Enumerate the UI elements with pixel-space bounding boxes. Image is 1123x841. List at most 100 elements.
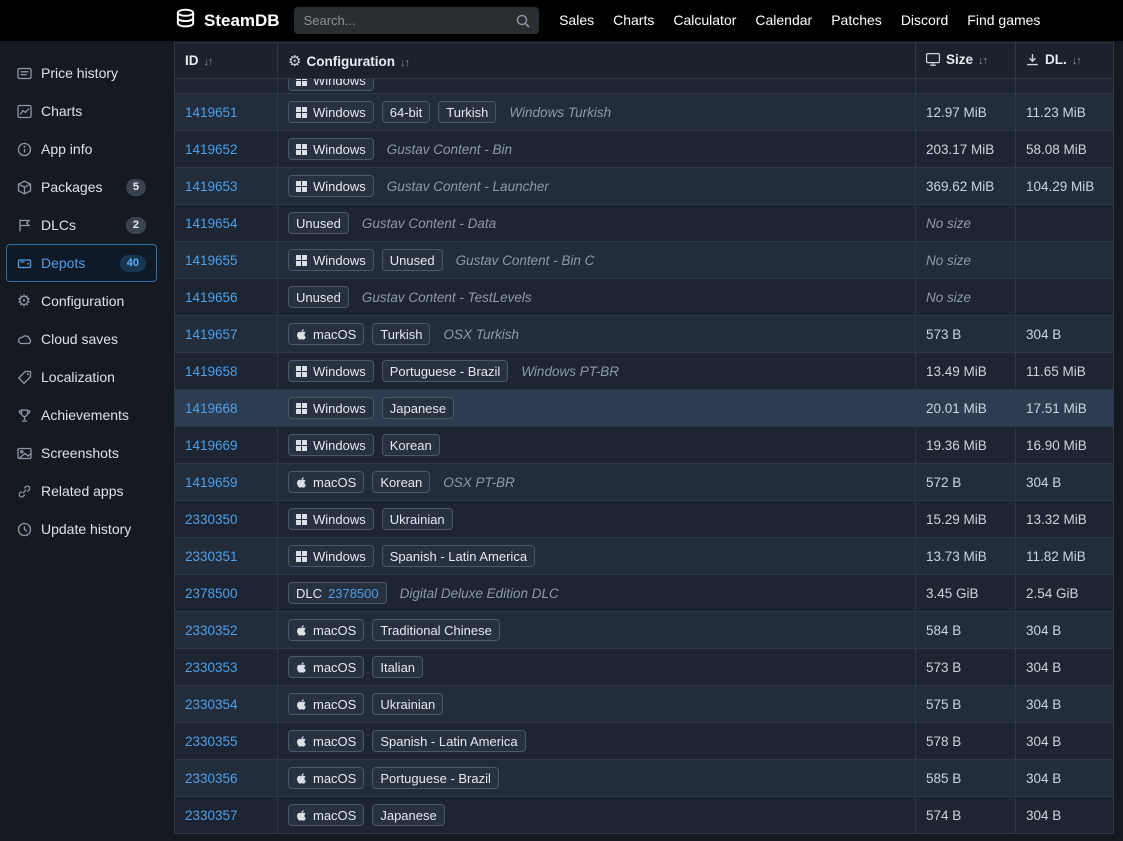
- size-cell: 13.73 MiB: [915, 537, 1016, 575]
- table-header-row: ID ↓↑ ⚙ Configuration ↓↑ Size ↓↑ DL. ↓↑: [174, 42, 1114, 79]
- config-cell: Windows Gustav Content - Bin: [277, 130, 916, 168]
- windows-badge: Windows: [288, 397, 374, 419]
- depot-id-link[interactable]: 2330352: [185, 623, 238, 638]
- config-badge: Korean: [372, 471, 431, 493]
- sidebar-item-screenshots[interactable]: Screenshots: [0, 434, 163, 472]
- id-cell: 1419659: [174, 463, 278, 501]
- dl-cell: 2.54 GiB: [1015, 574, 1114, 612]
- config-cell: Windows: [277, 78, 916, 94]
- macos-badge: macOS: [288, 323, 365, 345]
- nav-charts[interactable]: Charts: [604, 0, 664, 41]
- size-cell: 3.45 GiB: [915, 574, 1016, 612]
- size-cell: 369.62 MiB: [915, 167, 1016, 205]
- dl-cell: 304 B: [1015, 611, 1114, 649]
- nav-patches[interactable]: Patches: [822, 0, 892, 41]
- sort-icon: ↓↑: [1071, 55, 1082, 67]
- depot-id-link[interactable]: 2330354: [185, 697, 238, 712]
- sidebar-item-charts[interactable]: Charts: [0, 92, 163, 130]
- depot-id-link[interactable]: 2330357: [185, 808, 238, 823]
- windows-icon: [296, 143, 307, 155]
- depot-id-link[interactable]: 2330351: [185, 549, 238, 564]
- dl-cell: [1015, 278, 1114, 316]
- sidebar-item-depots[interactable]: Depots 40: [6, 244, 157, 282]
- steamdb-logo-icon: [174, 7, 197, 35]
- column-label: Configuration: [306, 53, 395, 69]
- table-row: 1419669 Windows Korean 19.36 MiB 16.90 MiB: [174, 426, 1114, 464]
- config-cell: macOS Japanese: [277, 796, 916, 834]
- sidebar-item-dlcs[interactable]: DLCs 2: [0, 206, 163, 244]
- column-header-dl[interactable]: DL. ↓↑: [1015, 42, 1114, 79]
- depot-id-link[interactable]: 2330350: [185, 512, 238, 527]
- config-badge: Portuguese - Brazil: [372, 767, 499, 789]
- steamdb-brand[interactable]: SteamDB: [174, 7, 280, 35]
- nav-find-games[interactable]: Find games: [958, 0, 1050, 41]
- depot-id-link[interactable]: 1419657: [185, 327, 238, 342]
- windows-badge: Windows: [288, 101, 374, 123]
- column-header-size[interactable]: Size ↓↑: [915, 42, 1016, 79]
- table-row: 1419659 macOS Korean OSX PT-BR 572 B 304 B: [174, 463, 1114, 501]
- link-icon: [16, 483, 32, 499]
- table-row: 1419656 Unused Gustav Content - TestLevels…: [174, 278, 1114, 316]
- column-header-configuration[interactable]: ⚙ Configuration ↓↑: [277, 42, 916, 79]
- dl-cell: 11.23 MiB: [1015, 93, 1114, 131]
- nav-sales[interactable]: Sales: [550, 0, 604, 41]
- id-cell: 1419657: [174, 315, 278, 353]
- table-row: 2330357 macOS Japanese 574 B 304 B: [174, 796, 1114, 834]
- config-badge: Turkish: [438, 101, 497, 123]
- search-input[interactable]: [293, 7, 539, 34]
- size-cell: 20.01 MiB: [915, 389, 1016, 427]
- sidebar-item-update-history[interactable]: Update history: [0, 510, 163, 548]
- depot-id-link[interactable]: 1419658: [185, 364, 238, 379]
- depot-id-link[interactable]: 1419669: [185, 438, 238, 453]
- depot-id-link[interactable]: 1419659: [185, 475, 238, 490]
- sidebar-item-achievements[interactable]: Achievements: [0, 396, 163, 434]
- dl-cell: 304 B: [1015, 315, 1114, 353]
- depot-id-link[interactable]: 1419652: [185, 142, 238, 157]
- id-cell: 1419652: [174, 130, 278, 168]
- sidebar-item-cloud-saves[interactable]: Cloud saves: [0, 320, 163, 358]
- depot-id-link[interactable]: 2330353: [185, 660, 238, 675]
- table-row: 2330351 Windows Spanish - Latin America 13.…: [174, 537, 1114, 575]
- sidebar-item-localization[interactable]: Localization: [0, 358, 163, 396]
- sidebar-item-label: Cloud saves: [41, 331, 119, 347]
- depot-id-link[interactable]: 1419655: [185, 253, 238, 268]
- packages-count-badge: 5: [125, 178, 146, 196]
- dlc-id-link[interactable]: 2378500: [328, 586, 379, 601]
- nav-calculator[interactable]: Calculator: [664, 0, 746, 41]
- id-cell: 2378500: [174, 574, 278, 612]
- depot-id-link[interactable]: 2330356: [185, 771, 238, 786]
- macos-badge: macOS: [288, 730, 365, 752]
- id-cell: 1419668: [174, 389, 278, 427]
- depot-id-link[interactable]: 1419668: [185, 401, 238, 416]
- depot-id-link[interactable]: 1419656: [185, 290, 238, 305]
- windows-badge: Windows: [288, 79, 374, 91]
- config-cell: Windows Japanese: [277, 389, 916, 427]
- sidebar-item-price-history[interactable]: Price history: [0, 54, 163, 92]
- sidebar-item-app-info[interactable]: App info: [0, 130, 163, 168]
- config-badge: Ukrainian: [372, 693, 444, 715]
- nav-discord[interactable]: Discord: [891, 0, 957, 41]
- table-row: 1419658 Windows Portuguese - Brazil Windows…: [174, 352, 1114, 390]
- config-badge: Unused: [288, 212, 349, 234]
- config-cell: Windows 64-bit Turkish Windows Turkish: [277, 93, 916, 131]
- windows-icon: [296, 365, 307, 377]
- sidebar-item-packages[interactable]: Packages 5: [0, 168, 163, 206]
- column-label: ID: [185, 53, 199, 68]
- config-cell: Windows Gustav Content - Launcher: [277, 167, 916, 205]
- depot-id-link[interactable]: 2378500: [185, 586, 238, 601]
- sidebar-item-configuration[interactable]: ⚙ Configuration: [0, 282, 163, 320]
- nav-calendar[interactable]: Calendar: [746, 0, 822, 41]
- sidebar-item-related-apps[interactable]: Related apps: [0, 472, 163, 510]
- price-history-icon: [16, 65, 32, 81]
- sort-icon: ↓↑: [203, 56, 214, 68]
- windows-icon: [296, 439, 307, 451]
- depot-id-link[interactable]: 1419651: [185, 105, 238, 120]
- config-cell: DLC 2378500 Digital Deluxe Edition DLC: [277, 574, 916, 612]
- depot-id-link[interactable]: 1419653: [185, 179, 238, 194]
- windows-badge: Windows: [288, 545, 374, 567]
- column-header-id[interactable]: ID ↓↑: [174, 42, 278, 79]
- gear-icon: ⚙: [16, 291, 32, 310]
- depot-id-link[interactable]: 1419654: [185, 216, 238, 231]
- config-badge: Traditional Chinese: [372, 619, 500, 641]
- depot-id-link[interactable]: 2330355: [185, 734, 238, 749]
